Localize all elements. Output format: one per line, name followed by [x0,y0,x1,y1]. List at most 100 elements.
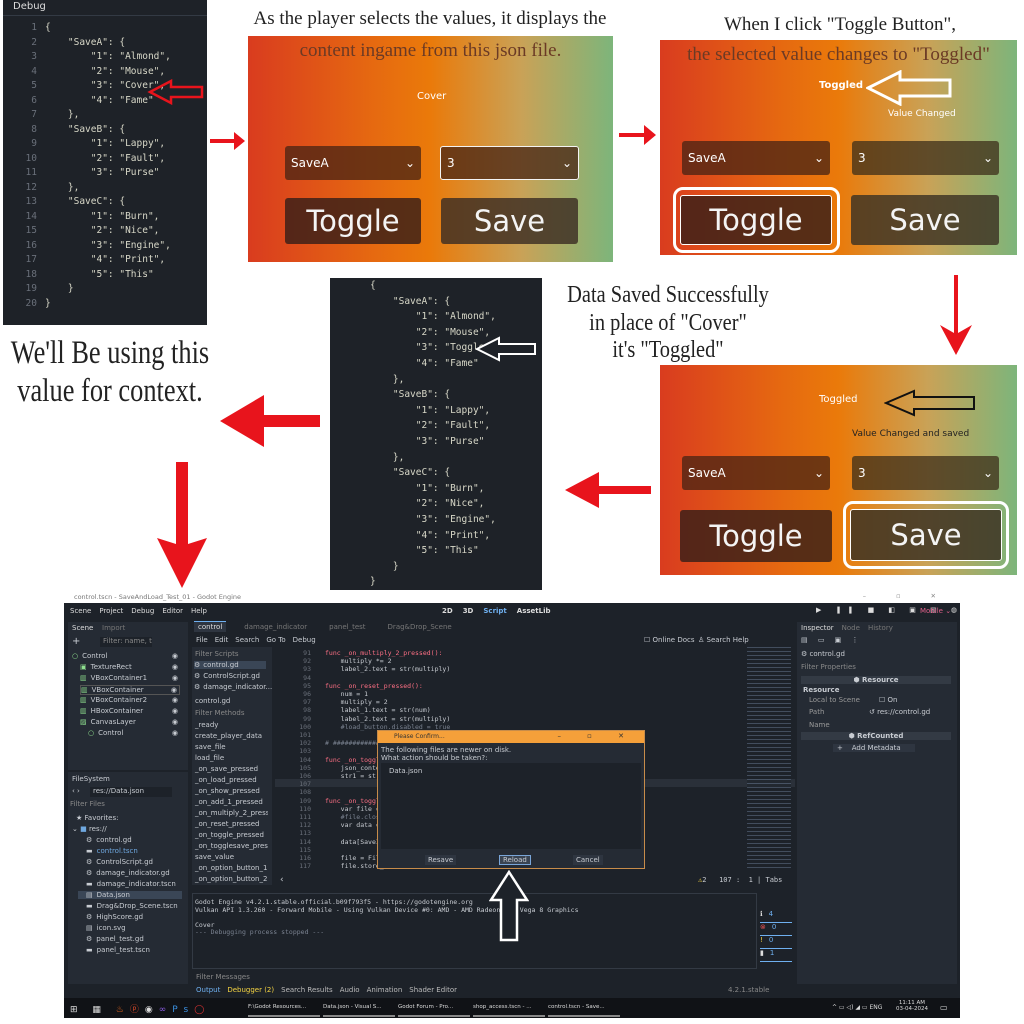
method-item[interactable]: _on_save_pressed [195,765,258,773]
tab-animation[interactable]: Animation [367,986,403,994]
menu-help[interactable]: Help [191,607,207,615]
save-button[interactable]: Save [441,198,578,244]
filter-methods-input[interactable]: Filter Methods [195,709,244,717]
tab-search-results[interactable]: Search Results [281,986,333,994]
scene-tree-item[interactable]: ▣ TextureRect ◉ [80,663,180,671]
tab-filesystem[interactable]: FileSystem [72,775,110,783]
visibility-icon[interactable]: ◉ [172,729,178,737]
cancel-button[interactable]: Cancel [573,855,603,865]
tab-audio[interactable]: Audio [340,986,360,994]
method-item[interactable]: _on_add_1_pressed [195,798,263,806]
renderer-select[interactable]: Mobile ⌄ [920,607,951,615]
method-item[interactable]: create_player_data [195,732,262,740]
reload-button[interactable]: Reload [499,855,531,865]
script-item[interactable]: ⚙ damage_indicator... [194,683,272,691]
visibility-icon[interactable]: ◉ [172,696,178,704]
inspector-toolbar[interactable]: ▤ ▭ ▣ ⋮ [801,636,863,644]
scene-tree-item[interactable]: ○ Control ◉ [72,652,180,660]
tab-import[interactable]: Import [102,624,125,632]
toggle-button[interactable]: Toggle [680,510,832,562]
tab-shader-editor[interactable]: Shader Editor [409,986,457,994]
workspace-3d[interactable]: 3D [463,607,474,615]
filter-messages-input[interactable]: Filter Messages [196,973,756,981]
menu-debug[interactable]: Debug [131,607,154,615]
toggle-button[interactable]: Toggle [285,198,421,244]
script-menu-debug[interactable]: Debug [293,636,316,644]
path-input[interactable]: res://Data.json [90,787,172,797]
filter-scripts-input[interactable]: Filter Scripts [195,650,239,658]
taskbar-item[interactable]: control.tscn - Save... [548,1001,620,1017]
method-item[interactable]: save_file [195,743,226,751]
script-menu-edit[interactable]: Edit [215,636,229,644]
taskbar-item[interactable]: Data.json - Visual S... [323,1001,395,1017]
method-item[interactable]: _on_load_pressed [195,776,257,784]
method-item[interactable]: _on_show_pressed [195,787,260,795]
window-controls[interactable]: – ▫ ✕ [863,592,950,600]
method-item[interactable]: _ready [195,721,218,729]
group-resource[interactable]: Resource [803,686,839,694]
back-forward-icon[interactable]: ‹ › [72,787,80,795]
scene-tree-item[interactable]: ▥ VBoxContainer ◉ [80,685,180,695]
visibility-icon[interactable]: ◉ [172,674,178,682]
key-select[interactable]: 3 ⌄ [440,146,579,180]
file-item[interactable]: ⚙ ControlScript.gd [78,858,182,866]
tab-inspector[interactable]: Inspector [801,624,834,632]
visibility-icon[interactable]: ◉ [172,663,178,671]
search-help-button[interactable]: ♙ Search Help [698,636,749,644]
minimap[interactable] [747,647,791,871]
script-menu-file[interactable]: File [196,636,208,644]
filter-errors-toggle[interactable]: ⊗ 0 [760,923,792,936]
visibility-icon[interactable]: ◉ [172,707,178,715]
local-to-scene-checkbox[interactable]: ☐ On [879,696,897,704]
method-item[interactable]: save_value [195,853,234,861]
workspace-script[interactable]: Script [483,607,506,615]
scene-tree-item[interactable]: ▨ CanvasLayer ◉ [80,718,180,726]
key-select[interactable]: 3 ⌄ [852,456,999,490]
tab-debugger-2-[interactable]: Debugger (2) [227,986,274,994]
taskbar-item[interactable]: Godot Forum - Pro... [398,1001,470,1017]
filter-warnings-toggle[interactable]: ! 0 [760,936,792,949]
tab-control[interactable]: control [194,621,227,632]
scene-tree-item[interactable]: ○ Control ◉ [88,729,180,737]
tab-history[interactable]: History [868,624,893,632]
method-item[interactable]: _on_multiply_2_press... [195,809,268,817]
visibility-icon[interactable]: ◉ [171,686,177,694]
save-button[interactable]: Save [851,195,999,245]
menu-scene[interactable]: Scene [70,607,91,615]
scroll-left-icon[interactable]: ‹ [280,875,284,885]
file-item[interactable]: ⚙ damage_indicator.gd [78,869,182,877]
method-item[interactable]: _on_reset_pressed [195,820,259,828]
file-item[interactable]: ⚙ control.gd [78,836,182,844]
filter-messages-toggle[interactable]: ℹ4 [760,910,792,923]
tab-panel-test[interactable]: panel_test [325,622,369,632]
file-item[interactable]: ▤ icon.svg [78,924,182,932]
scene-tree-item[interactable]: ▥ VBoxContainer2 ◉ [80,696,180,704]
file-item[interactable]: ▬ Drag&Drop_Scene.tscn [78,902,182,910]
save-select[interactable]: SaveA ⌄ [682,456,830,490]
tab-damage-indicator[interactable]: damage_indicator [240,622,311,632]
path-field[interactable]: ↺ res://control.gd [869,708,930,716]
save-select[interactable]: SaveA ⌄ [285,146,421,180]
method-item[interactable]: _on_togglesave_pres... [195,842,268,850]
scene-tree-item[interactable]: ▥ VBoxContainer1 ◉ [80,674,180,682]
add-node-icon[interactable]: + [72,636,80,647]
workspace-2d[interactable]: 2D [442,607,453,615]
save-select[interactable]: SaveA ⌄ [682,141,830,175]
visibility-icon[interactable]: ◉ [172,652,178,660]
method-item[interactable]: _on_option_button_2... [195,875,268,883]
script-item[interactable]: ⚙ control.gd [194,661,266,669]
resource-select[interactable]: ⚙ control.gd [801,650,845,658]
method-item[interactable]: load_file [195,754,224,762]
script-menu-search[interactable]: Search [235,636,259,644]
filter-files-input[interactable]: Filter Files [70,800,160,808]
filter-properties-input[interactable]: Filter Properties [801,663,856,671]
resave-button[interactable]: Resave [425,855,457,865]
filter-editor-toggle[interactable]: ▮ 1 [760,949,792,962]
list-item[interactable]: Data.json [389,767,422,775]
toggle-button[interactable]: Toggle [680,195,832,245]
file-item[interactable]: ▤ Data.json [78,891,182,899]
script-item[interactable]: ⚙ ControlScript.gd [194,672,266,680]
dialog-window-controls[interactable]: – ▫ ✕ [557,732,636,740]
method-item[interactable]: _on_option_button_1... [195,864,268,872]
method-item[interactable]: _on_toggle_pressed [195,831,264,839]
